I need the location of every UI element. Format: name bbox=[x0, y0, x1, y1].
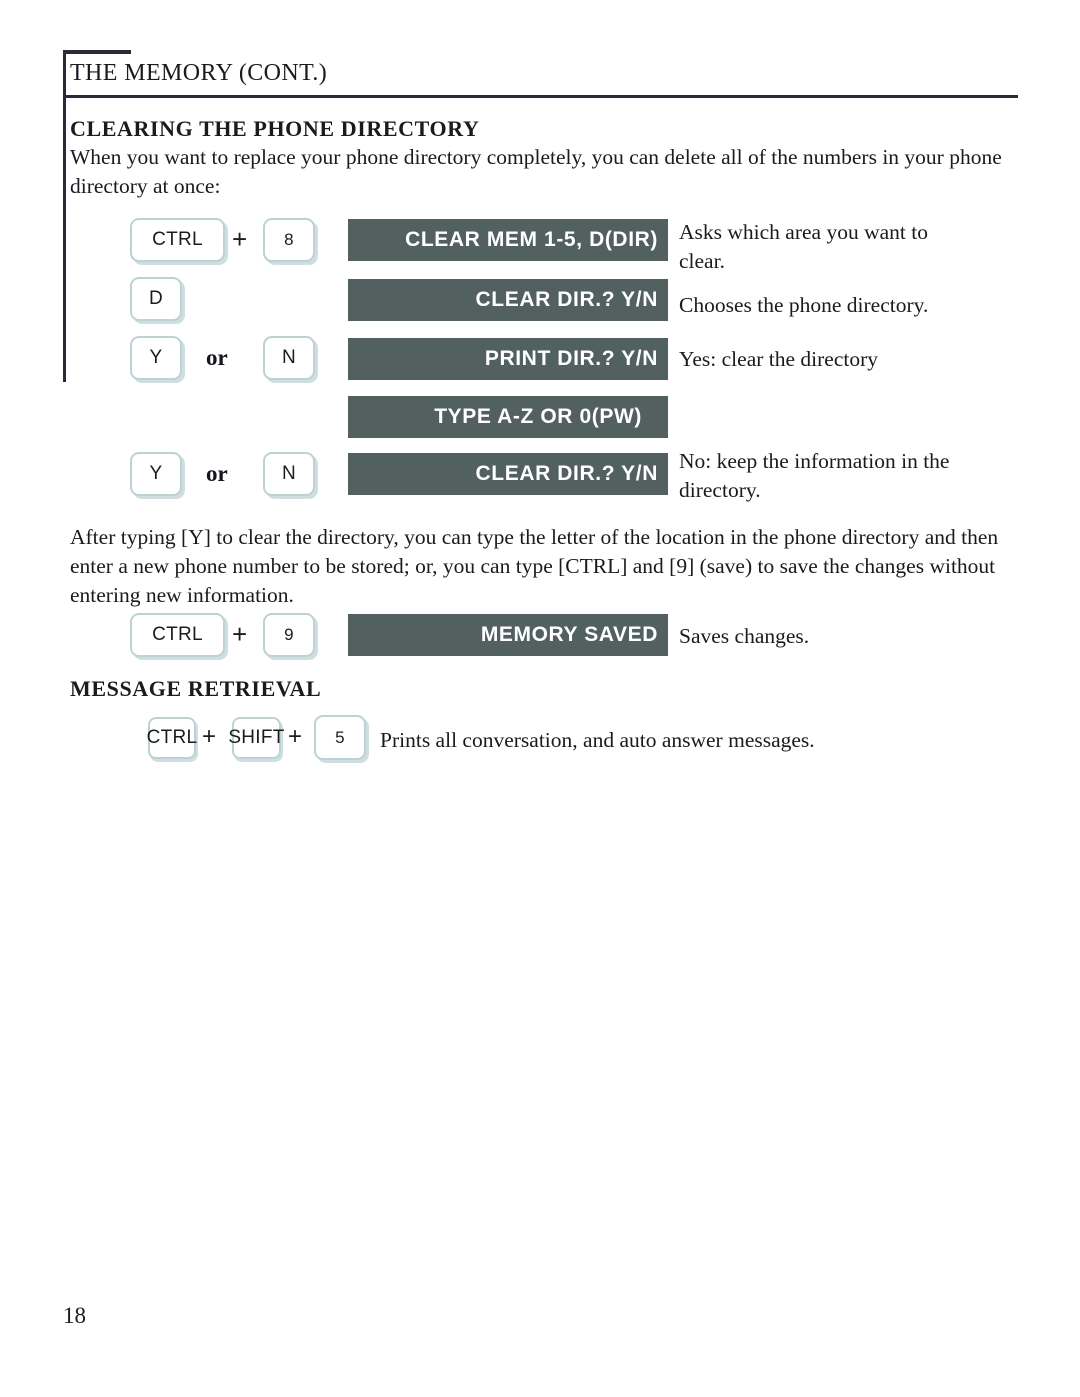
annotation-step-2: Chooses the phone directory. bbox=[679, 293, 929, 317]
plus-sign-1: + bbox=[232, 224, 248, 254]
display-clear-dir-2: CLEAR DIR.? Y/N bbox=[348, 453, 668, 495]
header-bottom-rule bbox=[63, 95, 1018, 98]
annotation-message-retrieval: Prints all conversation, and auto answer… bbox=[380, 728, 815, 752]
key-shift[interactable]: SHIFT bbox=[228, 717, 284, 759]
key-9[interactable]: 9 bbox=[263, 613, 315, 657]
display-clear-dir-1: CLEAR DIR.? Y/N bbox=[348, 279, 668, 321]
section-heading-message-retrieval: MESSAGE RETRIEVAL bbox=[70, 676, 322, 701]
key-5[interactable]: 5 bbox=[314, 715, 366, 760]
header-top-rule bbox=[63, 50, 131, 54]
or-word-1: or bbox=[206, 345, 228, 370]
display-print-dir: PRINT DIR.? Y/N bbox=[348, 338, 668, 380]
key-ctrl-2[interactable]: CTRL bbox=[130, 613, 225, 657]
key-y-1[interactable]: Y bbox=[130, 336, 182, 380]
annotation-step-5: No: keep the information in the director… bbox=[679, 449, 950, 502]
plus-sign-2: + bbox=[232, 619, 248, 649]
key-ctrl-3[interactable]: CTRL bbox=[147, 717, 197, 759]
left-vertical-rule bbox=[63, 50, 66, 382]
or-word-2: or bbox=[206, 461, 228, 486]
paragraph-after-clearing: After typing [Y] to clear the directory,… bbox=[70, 525, 999, 607]
key-d[interactable]: D bbox=[130, 277, 182, 321]
key-y-2[interactable]: Y bbox=[130, 452, 182, 496]
key-n-1[interactable]: N bbox=[263, 336, 315, 380]
display-type-az: TYPE A-Z OR 0(PW) bbox=[348, 396, 668, 438]
page-header-title: THE MEMORY (CONT.) bbox=[70, 60, 328, 86]
key-n-2[interactable]: N bbox=[263, 452, 315, 496]
plus-sign-3: + bbox=[202, 723, 217, 750]
display-clear-mem: CLEAR MEM 1-5, D(DIR) bbox=[348, 219, 668, 261]
page-number: 18 bbox=[63, 1303, 86, 1328]
document-page: THE MEMORY (CONT.) CLEARING THE PHONE DI… bbox=[0, 0, 1080, 1397]
plus-sign-4: + bbox=[288, 723, 303, 750]
key-8[interactable]: 8 bbox=[263, 218, 315, 262]
annotation-step-1: Asks which area you want to clear. bbox=[679, 220, 928, 273]
section-heading-clearing: CLEARING THE PHONE DIRECTORY bbox=[70, 116, 480, 141]
display-memory-saved: MEMORY SAVED bbox=[348, 614, 668, 656]
paragraph-intro: When you want to replace your phone dire… bbox=[70, 145, 1002, 198]
annotation-step-3: Yes: clear the directory bbox=[679, 347, 879, 371]
key-ctrl-1[interactable]: CTRL bbox=[130, 218, 225, 262]
annotation-save-step: Saves changes. bbox=[679, 624, 810, 648]
